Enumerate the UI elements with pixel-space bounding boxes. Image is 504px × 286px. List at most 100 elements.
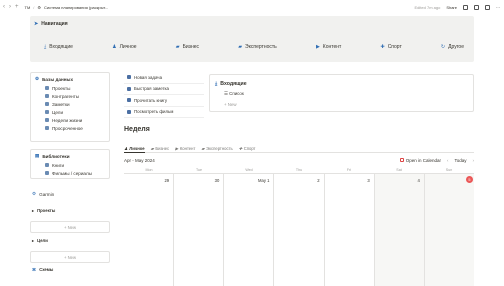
calendar-day[interactable]: 5 xyxy=(424,174,474,286)
calendar-grid: Mon Tue Wed Thu Fri Sat Sun 29 30 May 1 … xyxy=(124,166,474,286)
inbox-list-label: Список xyxy=(229,91,244,96)
library-icon: ▤ xyxy=(35,153,40,158)
gear-icon: ⚙ xyxy=(35,76,40,81)
video-icon: ▶ xyxy=(315,44,320,50)
breadcrumb: TM / ⚙ Система планирования (раскрыт... xyxy=(24,4,109,10)
day-number: May 1 xyxy=(258,178,270,183)
nav-item-label: Экспертность xyxy=(245,44,277,50)
toggle-icon: ▸ xyxy=(32,238,35,243)
tab-content[interactable]: ▶ Контент xyxy=(175,144,195,153)
db-item-notes[interactable]: Заметки xyxy=(31,100,109,108)
lib-item-books[interactable]: Книги xyxy=(31,161,109,169)
today-button[interactable]: Today xyxy=(454,158,466,163)
day-number: 29 xyxy=(164,178,170,183)
page-icon: ⚙ xyxy=(37,4,42,10)
download-icon: ⤓ xyxy=(44,44,47,50)
tab-sport[interactable]: ✚ Спорт xyxy=(239,144,256,153)
inbox-title: Входящие xyxy=(220,81,247,87)
updates-icon[interactable] xyxy=(474,4,479,10)
back-icon[interactable]: ‹ xyxy=(3,4,5,10)
quick-new-task[interactable]: Новая задача xyxy=(124,72,204,84)
breadcrumb-workspace[interactable]: TM xyxy=(25,5,31,10)
more-icon[interactable]: ⋯ xyxy=(496,5,500,10)
db-item-label: Заметки xyxy=(52,101,70,107)
task-icon xyxy=(127,75,131,80)
calendar-header: Apr - May 2024 Open in Calendar ‹ Today … xyxy=(124,156,474,164)
weekday-label: Sat xyxy=(396,168,402,172)
calendar-day[interactable]: 30 xyxy=(174,174,225,286)
send-icon: ➤ xyxy=(34,21,39,27)
databases-title: Базы данных xyxy=(42,76,74,82)
top-bar: ‹ › + TM / ⚙ Система планирования (раскрыт… xyxy=(0,0,504,14)
video-icon: ▶ xyxy=(175,146,179,151)
open-calendar-button[interactable]: Open in Calendar xyxy=(399,158,441,163)
navigation-panel: ➤ Навигация ⤓ Входящие ♟ Личное ▰ Бизнес ▰ Эк… xyxy=(30,16,474,62)
inbox-new-button[interactable]: + New xyxy=(224,102,237,107)
projects-new-button[interactable]: + New xyxy=(30,221,110,233)
add-icon[interactable]: + xyxy=(15,4,19,10)
tab-business[interactable]: ▰ Бизнес xyxy=(151,144,169,153)
book-icon xyxy=(45,163,49,167)
garmin-label: Garmin xyxy=(39,191,55,197)
quick-note[interactable]: Быстрая заметка xyxy=(124,84,204,95)
nav-item-personal[interactable]: ♟ Личное xyxy=(112,44,137,50)
garmin-link[interactable]: ⚙ Garmin xyxy=(32,191,54,197)
db-item-weeks[interactable]: Недели жизни xyxy=(31,116,109,124)
weekday-label: Fri xyxy=(346,168,352,172)
person-icon: ♟ xyxy=(112,44,117,50)
day-number: 4 xyxy=(417,178,420,183)
forward-icon[interactable]: › xyxy=(9,4,11,10)
db-item-projects[interactable]: Проекты xyxy=(31,84,109,92)
prev-icon[interactable]: ‹ xyxy=(447,158,449,163)
quick-label: Быстрая заметка xyxy=(134,86,169,92)
nav-item-sport[interactable]: ✚ Спорт xyxy=(380,44,401,50)
calendar-icon xyxy=(45,118,49,122)
lib-item-movies[interactable]: Фильмы / сериалы xyxy=(31,169,109,177)
weekday-label: Mon xyxy=(145,168,153,172)
quick-read-book[interactable]: Прочитать книгу xyxy=(124,95,204,107)
day-number: 2 xyxy=(317,178,320,183)
tab-label: Экспертность xyxy=(206,146,233,151)
comments-icon[interactable] xyxy=(463,4,468,10)
tab-expertise[interactable]: ▰ Экспертность xyxy=(201,144,232,153)
calendar-day[interactable]: 3 xyxy=(325,174,375,286)
db-item-label: Проекты xyxy=(52,85,71,91)
calendar-day[interactable]: May 1 xyxy=(224,174,275,286)
projects-section[interactable]: ▸ Проекты xyxy=(32,208,55,213)
calendar-day[interactable]: 2 xyxy=(274,174,325,286)
db-item-label: Контрагенты xyxy=(52,93,80,99)
day-number: 3 xyxy=(367,178,370,183)
goals-new-button[interactable]: + New xyxy=(30,251,110,263)
diagram-icon: ⌘ xyxy=(32,267,37,272)
list-icon: ☰ xyxy=(224,91,228,96)
db-item-overdue[interactable]: Просроченное xyxy=(31,124,109,132)
week-title: Неделя xyxy=(124,126,150,133)
tab-label: Личное xyxy=(129,145,145,151)
tab-label: Бизнес xyxy=(155,146,170,151)
tab-personal[interactable]: ♟ Личное xyxy=(124,144,145,153)
lib-item-label: Книги xyxy=(52,162,65,168)
week-tabs: ♟ Личное ▰ Бизнес ▶ Контент ▰ Экспертность ✚… xyxy=(124,144,474,153)
dumbbell-icon: ✚ xyxy=(380,44,385,50)
nav-item-other[interactable]: ↻ Другое xyxy=(441,44,464,50)
calendar-day[interactable]: 4 xyxy=(374,174,425,286)
next-icon[interactable]: › xyxy=(473,158,475,163)
nav-item-expertise[interactable]: ▰ Экспертность xyxy=(238,44,277,50)
toggle-icon: ▸ xyxy=(32,208,35,213)
share-button[interactable]: Share xyxy=(446,5,457,10)
calendar-day[interactable]: 29 xyxy=(124,174,175,286)
db-item-contractors[interactable]: Контрагенты xyxy=(31,92,109,100)
nav-item-label: Другое xyxy=(448,44,464,50)
nav-item-label: Спорт xyxy=(387,44,402,50)
favorite-icon[interactable] xyxy=(485,4,490,10)
quick-watch-movie[interactable]: Посмотреть фильм xyxy=(124,107,204,118)
weekday-row: Mon Tue Wed Thu Fri Sat Sun xyxy=(124,166,474,174)
nav-item-business[interactable]: ▰ Бизнес xyxy=(176,44,199,50)
schemes-section[interactable]: ⌘ Схемы xyxy=(32,267,53,272)
inbox-list-view[interactable]: ☰ Список xyxy=(224,91,244,97)
db-item-goals[interactable]: Цели xyxy=(31,108,109,116)
goals-section[interactable]: ▸ Цели xyxy=(32,238,48,243)
nav-item-content[interactable]: ▶ Контент xyxy=(316,44,341,50)
nav-item-inbox[interactable]: ⤓ Входящие xyxy=(44,44,73,50)
breadcrumb-page[interactable]: Система планирования (раскрыт... xyxy=(44,5,108,10)
